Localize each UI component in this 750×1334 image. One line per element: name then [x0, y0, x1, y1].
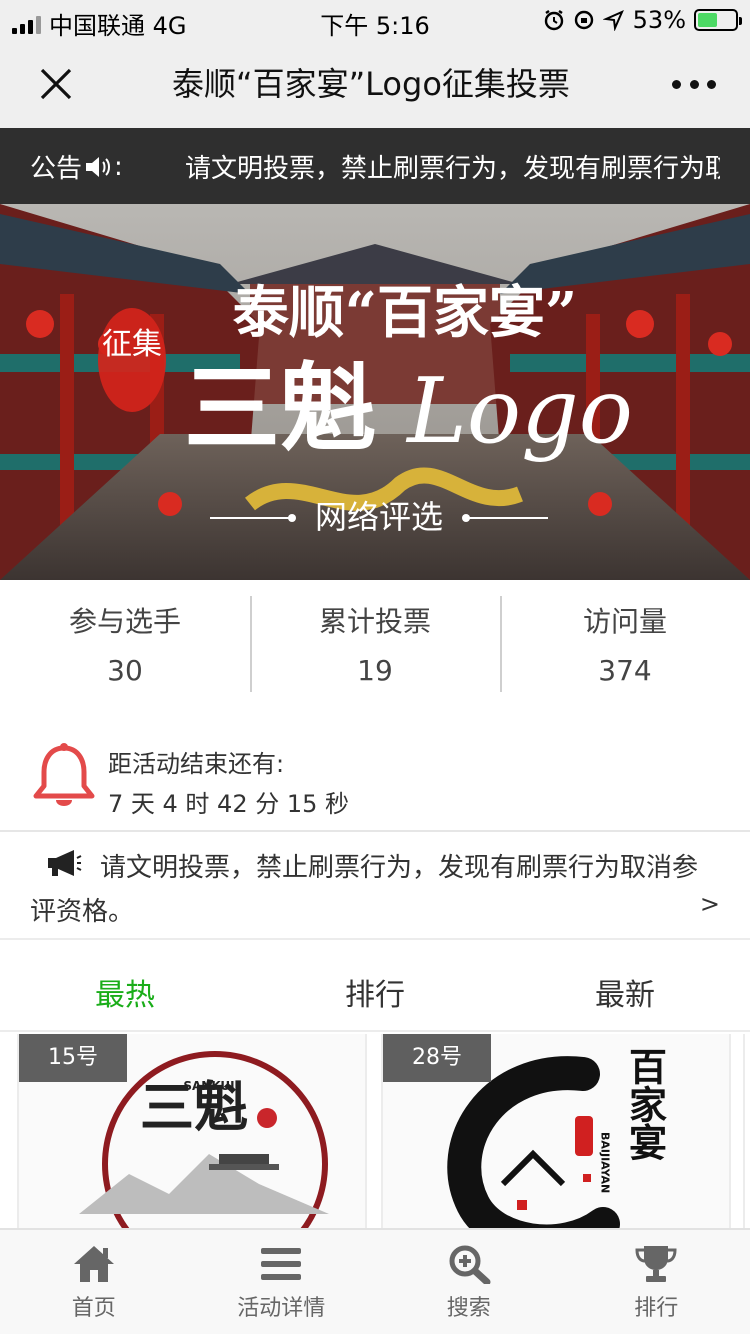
- entry-grid: 15号 三魁 SANKUI 28号 百家宴 BAIJIAYAN: [0, 1034, 750, 1230]
- stat-label: 累计投票: [318, 605, 431, 638]
- banner-line1: 泰顺“百家宴”: [233, 280, 577, 346]
- home-icon: [73, 1246, 114, 1282]
- countdown-title: 距活动结束还有:: [108, 750, 285, 778]
- page-title: 泰顺“百家宴”Logo征集投票: [172, 65, 570, 103]
- nav-home[interactable]: 首页: [0, 1230, 188, 1334]
- tab-ranking[interactable]: 排行: [250, 940, 500, 1034]
- more-icon[interactable]: [672, 70, 716, 98]
- rules-text: 请文明投票，禁止刷票行为，发现有刷票行为取消参评资格。: [30, 853, 699, 927]
- nav-label: 排行: [634, 1296, 679, 1321]
- battery-icon: [694, 9, 742, 31]
- countdown: 距活动结束还有: 7 天 4 时 42 分 15 秒: [0, 732, 750, 828]
- countdown-remaining: 7 天 4 时 42 分 15 秒: [108, 790, 350, 818]
- nav-label: 首页: [71, 1296, 116, 1321]
- stat-participants: 参与选手 30: [0, 580, 250, 710]
- tab-newest[interactable]: 最新: [500, 940, 750, 1034]
- speaker-icon: [86, 156, 111, 177]
- entry-card[interactable]: 15号 三魁 SANKUI: [17, 1034, 367, 1230]
- rotation-lock-icon: [574, 10, 593, 30]
- stat-votes: 累计投票 19: [250, 580, 500, 710]
- announcement-marquee[interactable]: 请文明投票，禁止刷票行为，发现有刷票行为取消参评资格。: [185, 148, 720, 185]
- announcement-label: 公告 :: [30, 148, 123, 185]
- stat-value: 374: [598, 654, 652, 687]
- bell-icon: [33, 743, 95, 806]
- announcement-colon: :: [114, 151, 123, 182]
- entry-number: 15号: [19, 1034, 127, 1082]
- banner-image: 征集 泰顺“百家宴” 三魁 Logo 网络评选: [0, 204, 750, 580]
- entry-card[interactable]: 28号 百家宴 BAIJIAYAN: [381, 1034, 731, 1230]
- status-bar: 中国联通 4G 下午 5:16 53%: [0, 0, 750, 40]
- trophy-icon: [635, 1246, 677, 1282]
- rules-notice[interactable]: 请文明投票，禁止刷票行为，发现有刷票行为取消参评资格。 >: [0, 832, 750, 936]
- stats-row: 参与选手 30 累计投票 19 访问量 374: [0, 580, 750, 710]
- sort-tabs: 最热 排行 最新: [0, 938, 750, 1032]
- stat-label: 参与选手: [68, 605, 181, 638]
- stat-label: 访问量: [582, 605, 667, 638]
- nav-ranking[interactable]: 排行: [563, 1230, 750, 1334]
- nav-label: 搜索: [446, 1296, 491, 1321]
- announcement-bar: 公告 : 请文明投票，禁止刷票行为，发现有刷票行为取消参评资格。: [0, 128, 750, 204]
- battery-percent: 53%: [632, 6, 686, 34]
- banner-line3: 网络评选: [315, 498, 443, 536]
- list-icon: [261, 1248, 302, 1280]
- announcement-title: 公告: [30, 154, 83, 184]
- title-bar: 泰顺“百家宴”Logo征集投票: [0, 40, 750, 128]
- nav-label: 活动详情: [237, 1296, 326, 1321]
- rules-arrow-icon[interactable]: >: [700, 890, 720, 918]
- entry-logo-en: BAIJIAYAN: [599, 1132, 612, 1193]
- stat-value: 19: [357, 654, 393, 687]
- close-icon[interactable]: [36, 64, 76, 104]
- location-icon: [602, 10, 624, 31]
- search-icon: [449, 1245, 491, 1284]
- status-right: 53%: [543, 6, 742, 34]
- alarm-icon: [544, 10, 563, 31]
- entry-card-partial[interactable]: [743, 1034, 750, 1230]
- nav-search[interactable]: 搜索: [375, 1230, 563, 1334]
- banner-line2-cn: 三魁: [184, 352, 376, 465]
- bottom-nav: 首页 活动详情 搜索 排行: [0, 1228, 750, 1334]
- banner-line2-en: Logo: [405, 359, 633, 464]
- stat-visits: 访问量 374: [500, 580, 750, 710]
- entry-logo-en: SANKUI: [183, 1079, 234, 1093]
- banner-artwork: 征集 泰顺“百家宴” 三魁 Logo 网络评选: [0, 204, 750, 580]
- stat-value: 30: [107, 654, 143, 687]
- tab-hottest[interactable]: 最热: [0, 940, 250, 1034]
- entry-number: 28号: [383, 1034, 491, 1082]
- nav-details[interactable]: 活动详情: [188, 1230, 376, 1334]
- entry-logo-text: 百家宴: [623, 1047, 668, 1161]
- banner-badge: 征集: [102, 327, 162, 362]
